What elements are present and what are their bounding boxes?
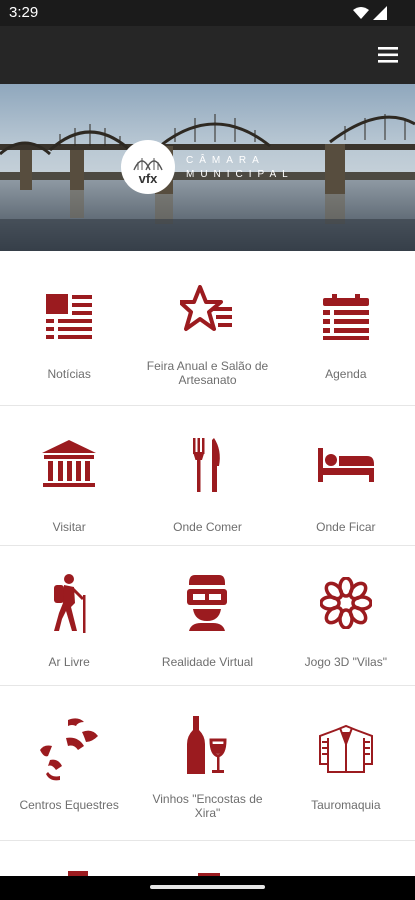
menu-grid: Notícias Feira Anual e Salão de Artesana… bbox=[0, 251, 415, 881]
tile-label: Feira Anual e Salão de Artesanato bbox=[146, 359, 269, 387]
signal-icon bbox=[373, 6, 387, 20]
tile-centros-equestres[interactable]: Centros Equestres bbox=[0, 686, 138, 840]
tile-label: Centros Equestres bbox=[19, 798, 119, 812]
jacket-icon bbox=[318, 716, 374, 782]
tile-label: Agenda bbox=[325, 367, 367, 381]
tile-label: Onde Comer bbox=[173, 520, 242, 534]
tile-onde-ficar[interactable]: Onde Ficar bbox=[277, 406, 415, 545]
tile-label: Onde Ficar bbox=[316, 520, 376, 534]
bed-icon bbox=[317, 438, 375, 492]
wifi-icon bbox=[353, 7, 369, 19]
brand-line-2: MUNICIPAL bbox=[186, 169, 294, 180]
municipal-logo: vfx bbox=[121, 140, 175, 194]
menu-row-partial bbox=[0, 841, 415, 881]
calendar-icon bbox=[322, 291, 370, 345]
flower-icon bbox=[319, 573, 372, 633]
menu-row: Centros Equestres Vinhos "Encostas de Xi… bbox=[0, 686, 415, 841]
logo-text: vfx bbox=[138, 171, 158, 186]
tile-label: Tauromaquia bbox=[311, 798, 381, 812]
newspaper-icon bbox=[45, 291, 93, 345]
tile-noticias[interactable]: Notícias bbox=[0, 251, 138, 405]
tile-vinhos[interactable]: Vinhos "Encostas de Xira" bbox=[138, 686, 276, 840]
status-bar: 3:29 bbox=[0, 0, 415, 26]
tile-ar-livre[interactable]: Ar Livre bbox=[0, 546, 138, 685]
tile-tauromaquia[interactable]: Tauromaquia bbox=[277, 686, 415, 840]
tile-feira-anual[interactable]: Feira Anual e Salão de Artesanato bbox=[138, 251, 276, 405]
brand-name: CÂMARA MUNICIPAL bbox=[186, 154, 294, 182]
home-gesture-pill[interactable] bbox=[150, 885, 265, 889]
menu-row: Visitar Onde Comer Onde Ficar bbox=[0, 406, 415, 546]
tile-label: Vinhos "Encostas de Xira" bbox=[152, 792, 263, 820]
hero-banner: vfx CÂMARA MUNICIPAL bbox=[0, 84, 415, 251]
tile-label: Realidade Virtual bbox=[161, 655, 254, 669]
status-time: 3:29 bbox=[9, 4, 39, 21]
tile-label: Notícias bbox=[47, 367, 91, 381]
tile-agenda[interactable]: Agenda bbox=[277, 251, 415, 405]
building-icon bbox=[41, 438, 97, 492]
tile-label: Visitar bbox=[52, 520, 86, 534]
tile-visitar[interactable]: Visitar bbox=[0, 406, 138, 545]
wine-icon bbox=[187, 716, 227, 776]
hiker-icon bbox=[47, 573, 91, 633]
tile-onde-comer[interactable]: Onde Comer bbox=[138, 406, 276, 545]
tile-label: Jogo 3D "Vilas" bbox=[304, 655, 387, 669]
star-list-icon bbox=[180, 283, 234, 337]
tile-jogo-3d[interactable]: Jogo 3D "Vilas" bbox=[277, 546, 415, 685]
vr-headset-icon bbox=[187, 573, 228, 633]
app-bar bbox=[0, 26, 415, 84]
system-nav-bar bbox=[0, 876, 415, 900]
menu-row: Ar Livre Realidade Virtual Jogo 3D "Vila… bbox=[0, 546, 415, 686]
hamburger-menu-icon[interactable] bbox=[377, 44, 399, 66]
horse-icon bbox=[38, 716, 100, 782]
fork-knife-icon bbox=[192, 438, 222, 492]
menu-row: Notícias Feira Anual e Salão de Artesana… bbox=[0, 251, 415, 406]
tile-realidade-virtual[interactable]: Realidade Virtual bbox=[138, 546, 276, 685]
tile-label: Ar Livre bbox=[48, 655, 90, 669]
brand-line-1: CÂMARA bbox=[186, 155, 265, 166]
